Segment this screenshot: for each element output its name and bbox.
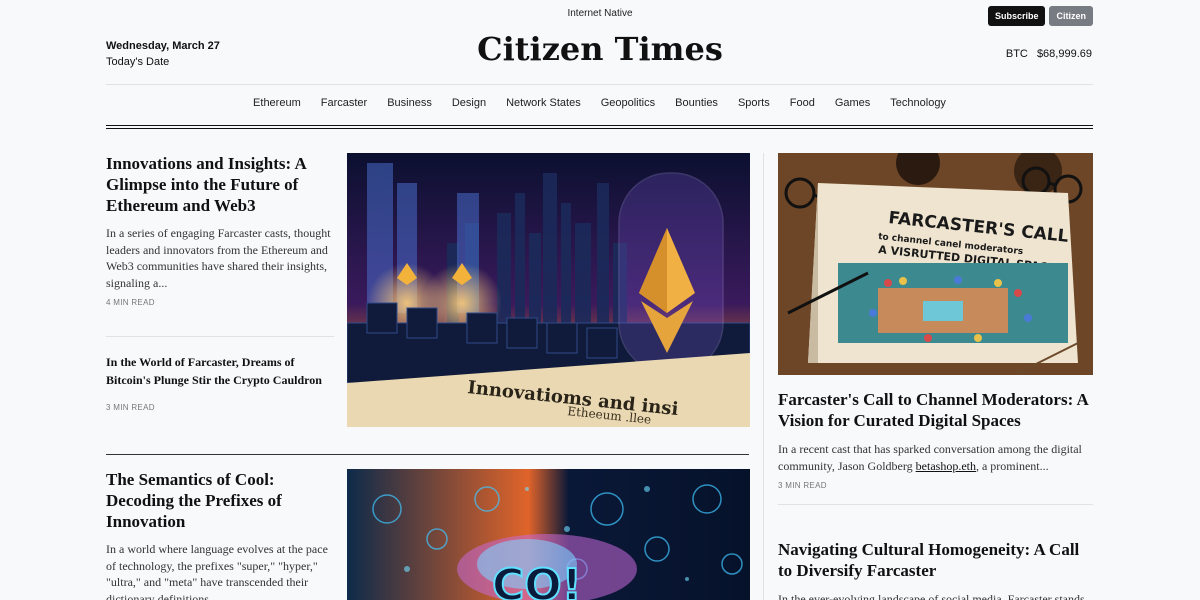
nav-item-ethereum[interactable]: Ethereum	[253, 97, 301, 109]
subscribe-button[interactable]: Subscribe	[987, 6, 1046, 26]
nav-item-business[interactable]: Business	[387, 97, 432, 109]
betashop-link[interactable]: betashop.eth	[916, 459, 976, 473]
citizen-button[interactable]: Citizen	[1049, 6, 1093, 26]
semantics-illustration: CO!	[347, 469, 750, 600]
image-caption-text: CO!	[492, 560, 582, 600]
nav-item-farcaster[interactable]: Farcaster	[321, 97, 367, 109]
nav-item-sports[interactable]: Sports	[738, 97, 770, 109]
nav-item-geopolitics[interactable]: Geopolitics	[601, 97, 655, 109]
column-divider	[763, 153, 764, 600]
article-excerpt-farcaster-call: In a recent cast that has sparked conver…	[778, 441, 1093, 474]
btc-ticker: BTC $68,999.69	[1006, 48, 1092, 60]
article-excerpt-innovations: In a series of engaging Farcaster casts,…	[106, 226, 331, 290]
article-excerpt-cultural-homogeneity: In the ever-evolving landscape of social…	[778, 592, 1093, 600]
nav-item-design[interactable]: Design	[452, 97, 486, 109]
nav-item-network-states[interactable]: Network States	[506, 97, 581, 109]
nav-item-games[interactable]: Games	[835, 97, 870, 109]
article-title-semantics-of-cool[interactable]: The Semantics of Cool: Decoding the Pref…	[106, 469, 334, 532]
farcaster-newspaper-illustration: FARCASTER'S CALL to channel canel modera…	[778, 153, 1093, 375]
btc-price: $68,999.69	[1036, 48, 1092, 60]
header-divider	[106, 84, 1093, 85]
btc-label: BTC	[1005, 48, 1028, 60]
article-image-ethereum[interactable]: Innovatioms and insi Etheeum .llee	[347, 153, 750, 427]
section-divider	[106, 454, 749, 455]
read-time: 4 MIN READ	[106, 298, 155, 307]
read-time: 3 MIN READ	[778, 481, 827, 490]
article-image-farcaster-call[interactable]: FARCASTER'S CALL to channel canel modera…	[778, 153, 1093, 375]
article-excerpt-semantics-of-cool: In a world where language evolves at the…	[106, 542, 328, 600]
read-time: 3 MIN READ	[106, 403, 155, 412]
header-actions: Subscribe Citizen	[987, 6, 1093, 26]
article-divider	[106, 336, 334, 337]
article-title-bitcoin-plunge[interactable]: In the World of Farcaster, Dreams of Bit…	[106, 353, 334, 389]
ethereum-illustration: Innovatioms and insi Etheeum .llee	[347, 153, 750, 427]
article-title-farcaster-call[interactable]: Farcaster's Call to Channel Moderators: …	[778, 389, 1093, 431]
article-divider	[778, 504, 1093, 505]
masthead-double-rule	[106, 125, 1093, 129]
excerpt-text: , a prominent...	[975, 458, 1049, 473]
article-image-semantics[interactable]: CO!	[347, 469, 750, 600]
nav-item-bounties[interactable]: Bounties	[675, 97, 718, 109]
nav-item-technology[interactable]: Technology	[890, 97, 946, 109]
article-title-innovations[interactable]: Innovations and Insights: A Glimpse into…	[106, 153, 334, 216]
article-title-cultural-homogeneity[interactable]: Navigating Cultural Homogeneity: A Call …	[778, 539, 1093, 581]
nav-item-food[interactable]: Food	[790, 97, 815, 109]
category-nav: Ethereum Farcaster Business Design Netwo…	[106, 97, 1093, 109]
